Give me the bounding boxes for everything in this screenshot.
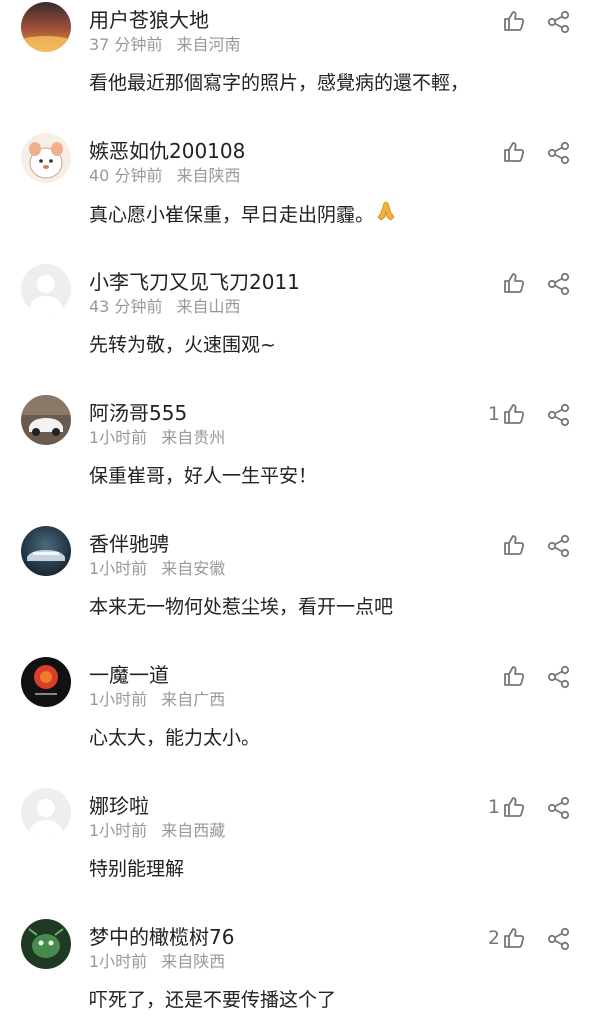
comment-text: 真心愿小崔保重，早日走出阴霾。 (89, 199, 398, 228)
share-icon[interactable] (546, 9, 572, 35)
car-avatar-icon (21, 526, 71, 576)
comment-time: 1小时前 (89, 559, 148, 578)
like-count: 2 (487, 927, 500, 949)
like-button[interactable]: 1 (478, 792, 526, 822)
share-icon[interactable] (546, 271, 572, 297)
username[interactable]: 香伴驰骋 (89, 528, 169, 557)
comment-meta: 1小时前 来自安徽 (89, 555, 225, 579)
comment-item: 阿汤哥555 1小时前 来自贵州 保重崔哥，好人一生平安！ 1 (0, 393, 600, 524)
username[interactable]: 娜珍啦 (89, 790, 149, 819)
comment-time: 1小时前 (89, 952, 148, 971)
username[interactable]: 一魔一道 (89, 659, 169, 688)
share-icon[interactable] (546, 402, 572, 428)
cartoon-avatar-icon (21, 133, 71, 183)
username[interactable]: 小李飞刀又见飞刀2011 (89, 266, 300, 295)
username[interactable]: 梦中的橄榄树76 (89, 921, 234, 950)
like-button[interactable]: 2 (478, 923, 526, 953)
comment-text: 吓死了，还是不要传播这个了 (89, 989, 337, 1011)
like-button[interactable] (478, 661, 526, 691)
avatar[interactable] (21, 657, 71, 707)
share-icon[interactable] (546, 664, 572, 690)
default-avatar-icon (21, 264, 71, 314)
thumbs-up-icon (502, 664, 526, 688)
red-logo-avatar-icon (21, 657, 71, 707)
avatar[interactable] (21, 526, 71, 576)
thumbs-up-icon (502, 795, 526, 819)
share-icon[interactable] (546, 140, 572, 166)
username[interactable]: 嫉恶如仇200108 (89, 135, 245, 164)
comment-item: 梦中的橄榄树76 1小时前 来自陕西 吓死了，还是不要传播这个了 2 (0, 917, 600, 1027)
comment-location: 来自西藏 (161, 821, 226, 840)
comment-item: 娜珍啦 1小时前 来自西藏 特别能理解 1 (0, 786, 600, 917)
comment-item: 一魔一道 1小时前 来自广西 心太大，能力太小。 (0, 655, 600, 786)
comment-meta: 37 分钟前 来自河南 (89, 31, 240, 55)
comment-list: 用户苍狼大地 37 分钟前 来自河南 看他最近那個寫字的照片，感覺病的還不輕， 嫉… (0, 0, 600, 1027)
like-button[interactable] (478, 6, 526, 36)
thumbs-up-icon (502, 533, 526, 557)
like-button[interactable] (478, 137, 526, 167)
like-button[interactable] (478, 268, 526, 298)
comment-time: 43 分钟前 (89, 297, 163, 316)
thumbs-up-icon (502, 402, 526, 426)
comment-item: 嫉恶如仇200108 40 分钟前 来自陕西 真心愿小崔保重，早日走出阴霾。 (0, 131, 600, 262)
comment-meta: 1小时前 来自西藏 (89, 817, 225, 841)
thumbs-up-icon (502, 9, 526, 33)
comment-location: 来自安徽 (161, 559, 226, 578)
comment-meta: 1小时前 来自广西 (89, 686, 225, 710)
comment-location: 来自河南 (176, 35, 241, 54)
comment-item: 香伴驰骋 1小时前 来自安徽 本来无一物何处惹尘埃，看开一点吧 (0, 524, 600, 655)
comment-location: 来自广西 (161, 690, 226, 709)
comment-meta: 43 分钟前 来自山西 (89, 293, 240, 317)
share-icon[interactable] (546, 533, 572, 559)
comment-location: 来自陕西 (161, 952, 226, 971)
comment-time: 1小时前 (89, 821, 148, 840)
sunset-avatar-icon (21, 2, 71, 52)
avatar[interactable] (21, 919, 71, 969)
like-count: 1 (487, 796, 500, 818)
like-button[interactable] (478, 530, 526, 560)
comment-meta: 40 分钟前 来自陕西 (89, 162, 240, 186)
avatar[interactable] (21, 788, 71, 838)
comment-text-content: 真心愿小崔保重，早日走出阴霾。 (89, 204, 375, 226)
avatar[interactable] (21, 395, 71, 445)
green-avatar-icon (21, 919, 71, 969)
comment-text: 特别能理解 (89, 858, 185, 880)
username[interactable]: 阿汤哥555 (89, 397, 187, 426)
praying-hands-emoji (374, 199, 398, 228)
share-icon[interactable] (546, 795, 572, 821)
comment-location: 来自贵州 (161, 428, 226, 447)
thumbs-up-icon (502, 926, 526, 950)
comment-time: 1小时前 (89, 428, 148, 447)
comment-text: 看他最近那個寫字的照片，感覺病的還不輕， (89, 72, 470, 94)
share-icon[interactable] (546, 926, 572, 952)
default-avatar-icon (21, 788, 71, 838)
car-showroom-avatar-icon (21, 395, 71, 445)
comment-item: 用户苍狼大地 37 分钟前 来自河南 看他最近那個寫字的照片，感覺病的還不輕， (0, 0, 600, 131)
username[interactable]: 用户苍狼大地 (89, 4, 209, 33)
comment-location: 来自陕西 (176, 166, 241, 185)
comment-text: 先转为敬，火速围观~ (89, 334, 276, 356)
comment-text: 心太大，能力太小。 (89, 727, 261, 749)
comment-time: 1小时前 (89, 690, 148, 709)
comment-meta: 1小时前 来自贵州 (89, 424, 225, 448)
comment-time: 40 分钟前 (89, 166, 163, 185)
comment-text: 本来无一物何处惹尘埃，看开一点吧 (89, 596, 394, 618)
comment-text: 保重崔哥，好人一生平安！ (89, 465, 318, 487)
like-count: 1 (487, 403, 500, 425)
avatar[interactable] (21, 2, 71, 52)
thumbs-up-icon (502, 271, 526, 295)
avatar[interactable] (21, 133, 71, 183)
like-button[interactable]: 1 (478, 399, 526, 429)
thumbs-up-icon (502, 140, 526, 164)
comment-item: 小李飞刀又见飞刀2011 43 分钟前 来自山西 先转为敬，火速围观~ (0, 262, 600, 393)
comment-location: 来自山西 (176, 297, 241, 316)
comment-time: 37 分钟前 (89, 35, 163, 54)
comment-meta: 1小时前 来自陕西 (89, 948, 225, 972)
avatar[interactable] (21, 264, 71, 314)
